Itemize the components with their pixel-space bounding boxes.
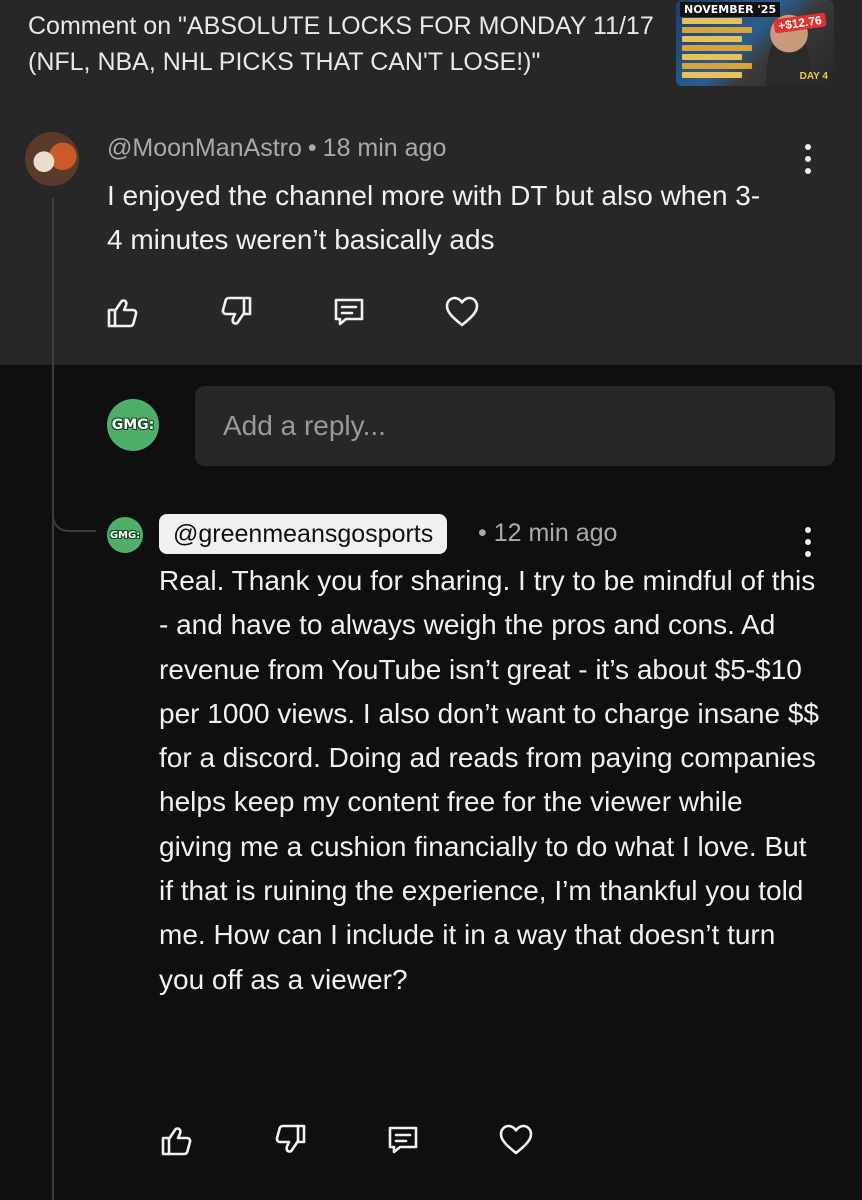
reply-author[interactable]: @greenmeansgosports (159, 514, 448, 554)
thumbs-up-icon[interactable] (105, 294, 141, 330)
comment-actions (105, 294, 480, 330)
heart-icon[interactable] (498, 1122, 534, 1158)
thread-branch (52, 470, 96, 532)
avatar[interactable]: GMG: (107, 517, 143, 553)
thumbs-up-icon[interactable] (159, 1122, 195, 1158)
comment-meta: @MoonManAstro • 18 min ago (107, 134, 446, 163)
thumbs-down-icon[interactable] (272, 1122, 308, 1158)
heart-icon[interactable] (444, 294, 480, 330)
comment-text: I enjoyed the channel more with DT but a… (107, 180, 761, 255)
thumbnail-picks-list (682, 18, 752, 81)
avatar[interactable]: GMG: (107, 399, 159, 451)
thread-line (52, 198, 54, 1200)
comment-header: Comment on "ABSOLUTE LOCKS FOR MONDAY 11… (0, 0, 862, 100)
reply-icon[interactable] (331, 294, 367, 330)
thumbnail-tag: NOVEMBER '25 (680, 2, 781, 17)
separator-dot: • (307, 134, 317, 162)
reply-text: Real. Thank you for sharing. I try to be… (159, 565, 819, 995)
comment-author[interactable]: @MoonManAstro (107, 134, 302, 162)
reply-actions (159, 1122, 534, 1158)
reply-meta: • 12 min ago (478, 519, 617, 548)
separator-dot: • (478, 519, 487, 547)
more-options-icon[interactable] (803, 527, 813, 557)
reply-composer: GMG: Add a reply... (107, 386, 835, 466)
reply-time: 12 min ago (493, 519, 618, 547)
video-thumbnail[interactable]: NOVEMBER '25 +$12.76 DAY 4 (676, 0, 834, 86)
video-title[interactable]: Comment on "ABSOLUTE LOCKS FOR MONDAY 11… (28, 8, 668, 80)
more-options-icon[interactable] (803, 144, 813, 174)
comment-time: 18 min ago (322, 134, 447, 162)
reply-icon[interactable] (385, 1122, 421, 1158)
avatar-text: GMG: (109, 529, 141, 541)
avatar-text: GMG: (111, 417, 155, 433)
avatar[interactable] (25, 132, 79, 186)
reply-input[interactable]: Add a reply... (195, 386, 835, 466)
thumbnail-day-badge: DAY 4 (799, 71, 828, 82)
thumbs-down-icon[interactable] (218, 294, 254, 330)
